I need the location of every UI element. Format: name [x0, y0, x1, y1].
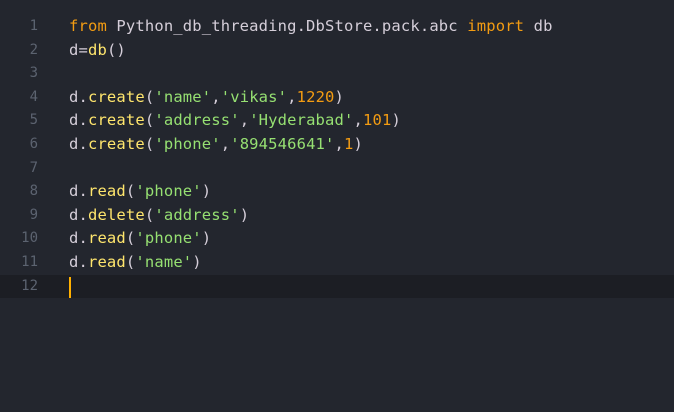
token-text: ( [144, 87, 155, 106]
code-editor[interactable]: 1 from Python_db_threading.DbStore.pack.a… [0, 0, 674, 412]
token-text: d. [69, 134, 88, 153]
line-number: 6 [29, 135, 38, 152]
line-number: 10 [21, 230, 38, 247]
token-text: ( [144, 111, 155, 130]
line-number: 9 [29, 206, 38, 223]
line-number: 12 [21, 277, 38, 294]
token-method: read [87, 229, 126, 248]
line-number: 7 [29, 159, 38, 176]
token-number: 101 [362, 111, 392, 130]
token-text: , [334, 134, 345, 153]
token-text: d. [69, 229, 88, 248]
token-text: d. [69, 87, 88, 106]
line-code[interactable]: from Python_db_threading.DbStore.pack.ab… [69, 15, 553, 39]
code-line[interactable]: 10 d.read('phone') [0, 227, 674, 251]
token-text: d. [69, 252, 88, 271]
line-number: 2 [29, 41, 38, 58]
token-text: ( [144, 134, 155, 153]
code-line[interactable]: 5 d.create('address','Hyderabad',101) [0, 109, 674, 133]
token-string: '894546641' [230, 134, 335, 153]
token-text: ) [201, 229, 212, 248]
line-code[interactable]: d.read('phone') [69, 180, 211, 204]
token-method: create [87, 111, 145, 130]
token-string: 'phone' [154, 134, 221, 153]
token-method: delete [87, 205, 145, 224]
line-number: 8 [29, 183, 38, 200]
token-text: Python_db_threading.DbStore.pack.abc [106, 17, 468, 35]
line-code[interactable]: d.read('phone') [69, 227, 211, 251]
token-keyword: from [69, 17, 107, 35]
token-text: d. [69, 111, 88, 130]
line-number: 11 [21, 253, 38, 270]
token-text: ) [239, 205, 250, 224]
token-method: read [87, 182, 126, 201]
code-line[interactable]: 3 [0, 62, 674, 86]
code-line[interactable]: 9 d.delete('address') [0, 204, 674, 228]
code-line[interactable]: 1 from Python_db_threading.DbStore.pack.a… [0, 15, 674, 39]
token-text: d= [69, 40, 88, 59]
token-text: , [287, 87, 297, 106]
line-code[interactable]: d.create('address','Hyderabad',101) [69, 109, 401, 133]
line-number: 3 [29, 65, 38, 82]
token-text: d. [69, 182, 88, 201]
token-text: db [524, 17, 553, 35]
token-string: 'address' [154, 111, 240, 130]
token-text: ) [353, 134, 363, 153]
code-line[interactable]: 12 [0, 274, 674, 299]
token-text: d. [69, 205, 88, 224]
token-method: db [87, 40, 107, 59]
line-code[interactable]: d.create('name','vikas',1220) [69, 86, 344, 110]
token-text: ( [125, 252, 136, 271]
token-method: create [87, 87, 145, 106]
code-line[interactable]: 11 d.read('name') [0, 251, 674, 275]
line-code[interactable]: d.read('name') [69, 251, 202, 275]
token-method: create [87, 134, 145, 153]
token-text: , [239, 111, 250, 130]
line-code[interactable]: d=db() [69, 39, 126, 63]
token-text: ( [125, 182, 136, 201]
token-number: 1220 [296, 87, 335, 106]
token-text: ) [201, 182, 212, 201]
code-line[interactable]: 8 d.read('phone') [0, 180, 674, 204]
line-code[interactable]: d.delete('address') [69, 204, 249, 228]
token-string: 'Hyderabad' [249, 111, 354, 130]
token-string: 'phone' [135, 229, 202, 248]
text-cursor [69, 276, 71, 298]
token-keyword: import [467, 17, 525, 35]
token-string: 'name' [135, 252, 193, 271]
line-number: 5 [29, 112, 38, 129]
token-number: 1 [344, 134, 354, 153]
token-text: , [220, 134, 231, 153]
token-text: ) [334, 87, 345, 106]
token-text: , [211, 87, 221, 106]
code-line[interactable]: 4 d.create('name','vikas',1220) [0, 86, 674, 110]
code-lines[interactable]: 1 from Python_db_threading.DbStore.pack.a… [0, 15, 674, 299]
token-text: , [353, 111, 363, 130]
code-line[interactable]: 2 d=db() [0, 39, 674, 63]
token-text: ) [192, 252, 202, 271]
line-number: 1 [29, 18, 38, 34]
code-line[interactable]: 7 [0, 157, 674, 181]
line-number: 4 [29, 88, 38, 105]
token-text: ( [125, 229, 136, 248]
token-string: 'vikas' [220, 87, 288, 106]
token-text: ( [144, 205, 155, 224]
token-method: read [87, 252, 126, 271]
token-string: 'phone' [135, 182, 202, 201]
token-text: ) [391, 111, 401, 130]
line-code[interactable]: d.create('phone','894546641',1) [69, 133, 363, 157]
token-string: 'address' [154, 205, 240, 224]
token-text: () [106, 40, 126, 59]
code-line[interactable]: 6 d.create('phone','894546641',1) [0, 133, 674, 157]
token-string: 'name' [154, 87, 212, 106]
